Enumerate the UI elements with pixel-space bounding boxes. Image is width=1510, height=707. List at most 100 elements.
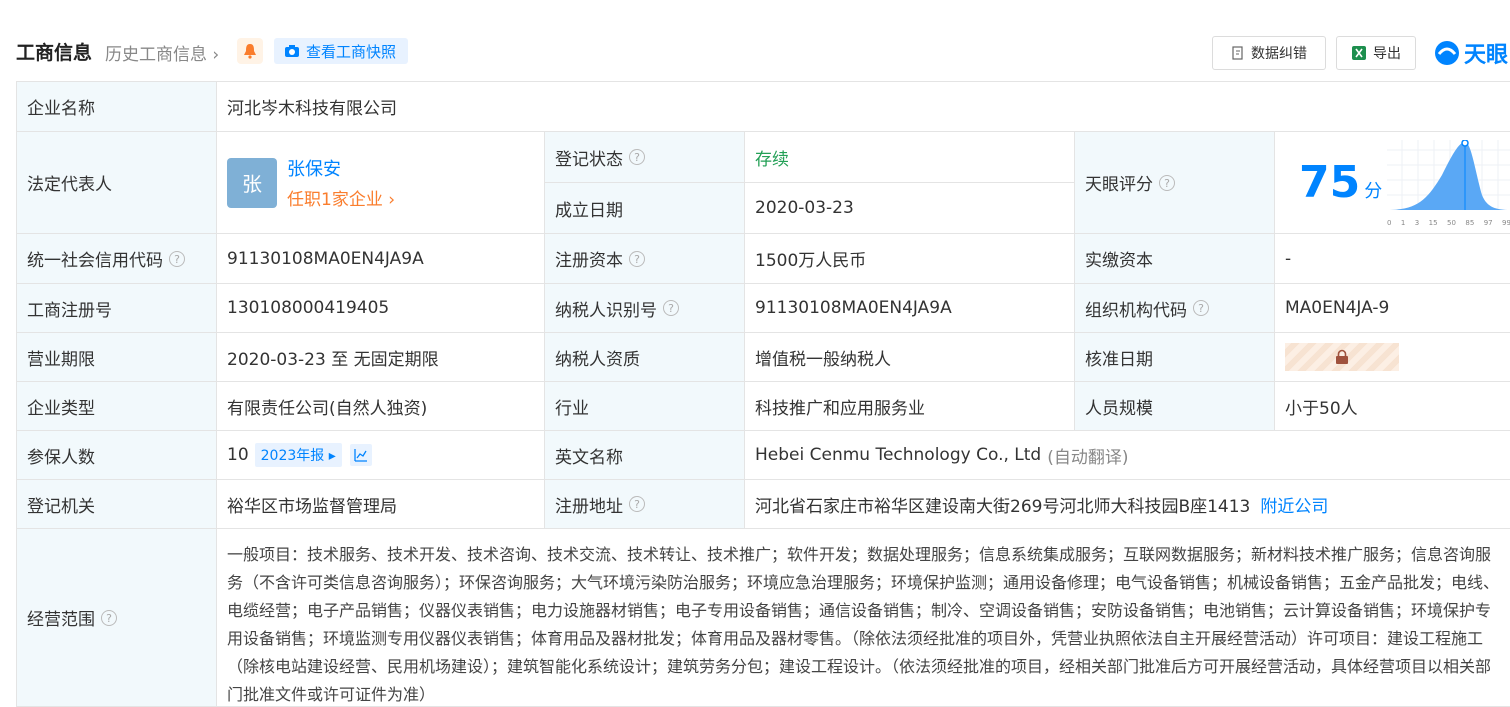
score-axis: 0 1 3 15 50 85 97 99 (1387, 219, 1510, 227)
address-label: 注册地址? (545, 480, 745, 529)
nearby-companies-link[interactable]: 附近公司 (1260, 492, 1328, 517)
score-unit: 分 (1364, 180, 1383, 202)
taxpayer-id-label: 纳税人识别号? (545, 284, 745, 333)
english-value: Hebei Cenmu Technology Co., Ltd (755, 445, 1042, 465)
axis-tick: 1 (1400, 219, 1406, 227)
english-cell: Hebei Cenmu Technology Co., Ltd (自动翻译) (745, 431, 1510, 480)
reg-capital-label-text: 注册资本 (555, 251, 623, 271)
authority-label: 登记机关 (17, 480, 217, 529)
status-label-text: 登记状态 (555, 149, 623, 170)
staff-value: 小于50人 (1275, 382, 1510, 431)
bell-button[interactable] (237, 38, 263, 64)
founded-value: 2020-03-23 (745, 183, 1075, 234)
help-icon[interactable]: ? (1159, 174, 1175, 191)
axis-tick: 3 (1414, 219, 1420, 227)
help-icon[interactable]: ? (629, 149, 645, 165)
score-value: 75 (1299, 157, 1361, 208)
score-cell[interactable]: 75 分 0 1 3 15 50 85 97 99 (1275, 132, 1510, 234)
term-value: 2020-03-23 至 无固定期限 (217, 333, 545, 382)
score-distribution-chart: 0 1 3 15 50 85 97 99 (1387, 139, 1510, 227)
credit-code-label-text: 统一社会信用代码 (27, 251, 163, 271)
legal-rep-label: 法定代表人 (17, 132, 217, 234)
status-text: 存续 (755, 149, 789, 170)
legal-rep-positions-link[interactable]: 任职1家企业 › (287, 185, 395, 210)
help-icon[interactable]: ? (169, 250, 185, 267)
paid-capital-value: - (1275, 234, 1510, 284)
credit-code-label: 统一社会信用代码? (17, 234, 217, 284)
axis-tick: 85 (1465, 219, 1475, 227)
help-icon[interactable]: ? (629, 496, 645, 512)
export-label: 导出 (1373, 46, 1401, 62)
axis-tick: 99 (1502, 219, 1510, 227)
company-name-label: 企业名称 (17, 82, 217, 132)
axis-tick: 0 (1387, 219, 1392, 227)
help-icon[interactable]: ? (629, 250, 645, 267)
score-label-text: 天眼评分 (1085, 175, 1153, 195)
camera-icon (285, 45, 299, 57)
axis-tick: 97 (1483, 219, 1493, 227)
founded-label: 成立日期 (545, 183, 745, 234)
trend-chart-icon (354, 449, 367, 462)
locked-field[interactable] (1285, 343, 1399, 371)
reg-no-value: 130108000419405 (217, 284, 545, 333)
insured-cell: 10 2023年报 ▸ (217, 431, 545, 480)
insured-value: 10 (227, 445, 249, 465)
taxpayer-qual-label: 纳税人资质 (545, 333, 745, 382)
approval-label: 核准日期 (1075, 333, 1275, 382)
company-name-value: 河北岑木科技有限公司 (217, 82, 1510, 132)
avatar[interactable]: 张 (227, 157, 277, 208)
industry-value: 科技推广和应用服务业 (745, 382, 1075, 431)
address-label-text: 注册地址 (555, 496, 623, 517)
approval-value (1275, 333, 1510, 382)
help-icon[interactable]: ? (101, 609, 117, 626)
excel-icon (1352, 46, 1366, 60)
snapshot-button[interactable]: 查看工商快照 (274, 38, 408, 64)
legal-rep-info: 张保安 任职1家企业 › (287, 155, 395, 210)
credit-code-value: 91130108MA0EN4JA9A (217, 234, 545, 284)
caret-right-icon: ▸ (328, 448, 336, 464)
scope-label: 经营范围? (17, 529, 217, 707)
history-link[interactable]: 历史工商信息 › (105, 40, 219, 65)
annual-report-tag[interactable]: 2023年报 ▸ (254, 443, 342, 467)
axis-tick: 15 (1428, 219, 1438, 227)
help-icon[interactable]: ? (1193, 300, 1209, 316)
english-label: 英文名称 (545, 431, 745, 480)
term-label: 营业期限 (17, 333, 217, 382)
reg-capital-value: 1500万人民币 (745, 234, 1075, 284)
type-label: 企业类型 (17, 382, 217, 431)
auto-translate-note: (自动翻译) (1047, 447, 1129, 468)
reg-no-label: 工商注册号 (17, 284, 217, 333)
scope-value: 一般项目：技术服务、技术开发、技术咨询、技术交流、技术转让、技术推广；软件开发；… (227, 545, 1500, 704)
chevron-right-icon: › (388, 190, 396, 210)
section-title: 工商信息 (16, 42, 93, 64)
legal-rep-positions: 任职1家企业 (287, 190, 383, 210)
status-label: 登记状态? (545, 132, 745, 183)
staff-label: 人员规模 (1075, 382, 1275, 431)
scope-cell: 一般项目：技术服务、技术开发、技术咨询、技术交流、技术转让、技术推广；软件开发；… (217, 529, 1510, 707)
help-icon[interactable]: ? (663, 300, 679, 316)
address-value: 河北省石家庄市裕华区建设南大街269号河北师大科技园B座1413 (755, 496, 1251, 517)
type-value: 有限责任公司(自然人独资) (217, 382, 545, 431)
org-code-value: MA0EN4JA-9 (1275, 284, 1510, 333)
edit-doc-icon (1232, 46, 1243, 60)
legal-rep-name[interactable]: 张保安 (287, 155, 395, 181)
chevron-right-icon: › (212, 45, 220, 65)
legal-rep-cell: 张 张保安 任职1家企业 › (217, 132, 545, 234)
business-info-table: 企业名称 河北岑木科技有限公司 法定代表人 张 张保安 任职1家企业 › 登记状… (16, 81, 1510, 707)
history-label: 历史工商信息 (105, 45, 207, 65)
taxpayer-qual-value: 增值税一般纳税人 (745, 333, 1075, 382)
brand-logo: 天眼 (1434, 36, 1508, 70)
eye-logo-icon (1435, 41, 1459, 65)
bell-icon (244, 44, 256, 59)
trend-chart-button[interactable] (349, 444, 372, 466)
insured-label: 参保人数 (17, 431, 217, 480)
industry-label: 行业 (545, 382, 745, 431)
address-cell: 河北省石家庄市裕华区建设南大街269号河北师大科技园B座1413 附近公司 (745, 480, 1510, 529)
export-button[interactable]: 导出 (1336, 36, 1416, 70)
data-correction-button[interactable]: 数据纠错 (1212, 36, 1326, 70)
org-code-label: 组织机构代码? (1075, 284, 1275, 333)
scope-label-text: 经营范围 (27, 610, 95, 630)
lock-icon (1336, 349, 1348, 364)
authority-value: 裕华区市场监督管理局 (217, 480, 545, 529)
data-correction-label: 数据纠错 (1251, 46, 1307, 62)
